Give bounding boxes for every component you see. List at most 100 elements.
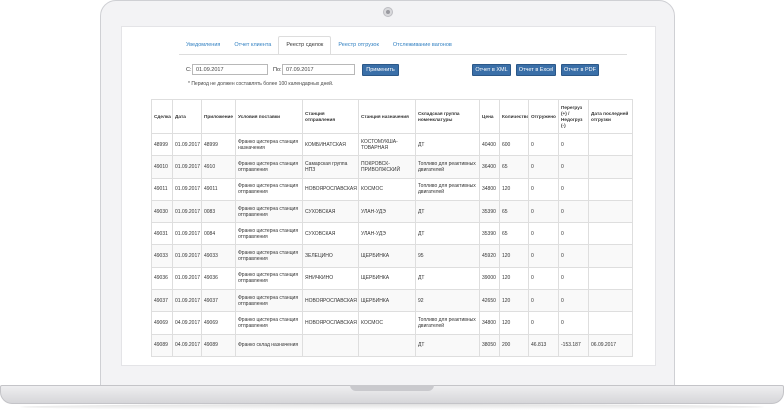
export-excel-button[interactable]: Отчет в Excel [516,64,556,76]
table-cell: Топливо для реактивных двигателей [415,311,480,335]
apply-button[interactable]: Применить [362,64,399,76]
table-cell: Франко цистерна станция отправления [235,266,303,291]
tab-client-report[interactable]: Отчет клиента [227,37,278,54]
table-row[interactable]: 49031 01.09.2017 0084 Франко цистерна станц… [151,222,633,246]
table-cell: 65 [499,199,529,224]
table-cell: 39000 [479,266,500,291]
table-row[interactable]: 49037 01.09.2017 49037 Франко цистерна стан… [151,289,633,313]
table-cell: 0084 [201,222,236,246]
table-cell: 95 [415,244,480,268]
table-cell: 49069 [201,311,236,335]
col-header-quantity[interactable]: Количество [499,99,529,134]
table-cell: 0 [558,311,589,335]
laptop-shadow [20,404,764,410]
table-cell: 40400 [479,132,500,157]
table-cell: 35390 [479,222,500,246]
table-cell: -153.187 [558,333,589,357]
col-header-last-shipment-date[interactable]: Дата последней отгрузки [588,99,633,134]
col-header-destination-station[interactable]: Станция назначения [358,99,416,134]
table-cell: 0083 [201,199,236,224]
export-pdf-button[interactable]: Отчет в PDF [561,64,599,76]
table-cell: 01.09.2017 [172,289,202,313]
col-header-date[interactable]: Дата [172,99,202,134]
table-cell [358,333,416,357]
table-cell: ЯНИЧКИНО [302,266,359,291]
table-cell: 120 [499,177,529,201]
table-cell: 65 [499,155,529,179]
table-cell: 120 [499,289,529,313]
table-cell: 0 [558,222,589,246]
col-header-departure-station[interactable]: Станция отправления [302,99,359,134]
table-cell: 0 [528,244,559,268]
table-cell: 01.09.2017 [172,222,202,246]
table-row[interactable]: 48999 01.09.2017 48999 Франко цистерна стан… [151,132,633,157]
table-cell: ДТ [415,266,480,291]
table-cell [588,266,633,291]
table-cell: 38050 [479,333,500,357]
table-cell: 49030 [151,199,173,224]
tab-shipments-registry[interactable]: Реестр отгрузок [331,37,386,54]
table-cell: Франко цистерна станция отправления [235,289,303,313]
col-header-overload[interactable]: Перегруз (+) / Недогруз (-) [558,99,589,134]
tab-notifications[interactable]: Уведомления [179,37,227,54]
table-row[interactable]: 49089 04.09.2017 49089 Франко склад назначе… [151,333,633,357]
col-header-price[interactable]: Цена [479,99,500,134]
table-cell: 0 [528,289,559,313]
table-cell: 49037 [201,289,236,313]
table-cell: 0 [558,132,589,157]
table-row[interactable]: 49010 01.09.2017 4910 Франко цистерна станц… [151,155,633,179]
tab-deals-registry[interactable]: Реестр сделок [278,36,332,55]
table-cell: 0 [528,132,559,157]
export-xml-button[interactable]: Отчет в XML [472,64,511,76]
table-cell: 34800 [479,177,500,201]
table-row[interactable]: 49033 01.09.2017 49033 Франко цистерна стан… [151,244,633,268]
table-cell: 36400 [479,155,500,179]
table-row[interactable]: 49011 01.09.2017 49011 Франко цистерна стан… [151,177,633,201]
table-cell: ДТ [415,222,480,246]
period-note: * Период не должен составлять более 100 … [188,81,334,87]
date-to-input[interactable]: 07.09.2017 [282,64,355,75]
col-header-deal[interactable]: Сделка [151,99,173,134]
col-header-shipped[interactable]: Отгружено [528,99,559,134]
table-cell: 49031 [151,222,173,246]
table-cell: ЩЕРБИНКА [358,266,416,291]
table-cell: 0 [558,289,589,313]
table-cell: ДТ [415,199,480,224]
table-cell: 0 [558,155,589,179]
table-cell: Франко цистерна станция отправления [235,311,303,335]
laptop-notch [350,385,434,391]
table-header-row: Сделка Дата Приложение Условия поставки … [151,99,633,134]
tab-wagon-tracking[interactable]: Отслеживание вагонов [386,37,459,54]
table-cell: КОСТОМУКША-ТОВАРНАЯ [358,132,416,157]
tab-divider [179,54,627,55]
table-cell: 600 [499,132,529,157]
table-cell: Топливо для реактивных двигателей [415,155,480,179]
col-header-delivery-terms[interactable]: Условия поставки [235,99,303,134]
table-cell: 49033 [151,244,173,268]
table-cell: 0 [558,266,589,291]
table-cell: Франко цистерна станция отправления [235,155,303,179]
camera-icon [383,7,393,17]
table-row[interactable]: 49030 01.09.2017 0083 Франко цистерна станц… [151,199,633,224]
table-cell: 49010 [151,155,173,179]
col-header-product-group[interactable]: Складская группа номенклатуры [415,99,480,134]
col-header-appendix[interactable]: Приложение [201,99,236,134]
table-cell [588,222,633,246]
table-cell: 120 [499,244,529,268]
table-cell: 01.09.2017 [172,155,202,179]
table-cell: СУХОВСКАЯ [302,222,359,246]
date-from-input[interactable]: 01.09.2017 [192,64,268,75]
table-cell: ЩЕРБИНКА [358,289,416,313]
table-cell: 49036 [151,266,173,291]
table-cell [588,199,633,224]
table-cell: 01.09.2017 [172,244,202,268]
table-cell [302,333,359,357]
table-cell: 4910 [201,155,236,179]
table-row[interactable]: 49036 01.09.2017 49036 Франко цистерна стан… [151,266,633,291]
table-row[interactable]: 49069 04.09.2017 49069 Франко цистерна стан… [151,311,633,335]
table-cell: 49089 [201,333,236,357]
table-cell [588,132,633,157]
table-cell: 65 [499,222,529,246]
table-cell: 04.09.2017 [172,333,202,357]
table-cell: 0 [528,311,559,335]
